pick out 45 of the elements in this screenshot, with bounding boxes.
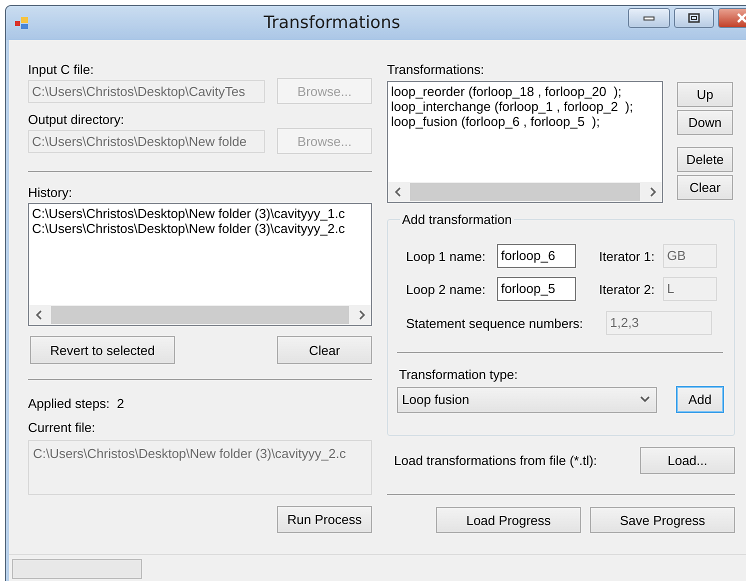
minimize-icon: [643, 15, 655, 21]
list-item[interactable]: C:\Users\Christos\Desktop\New folder (3)\cavityyy_1.c: [32, 206, 368, 221]
clear-button[interactable]: Clear: [677, 175, 733, 200]
status-text: Applied steps: 2: [28, 396, 126, 411]
chevron-down-icon: [640, 396, 650, 403]
field-label: Statement sequence numbers:: [406, 316, 584, 330]
list-box[interactable]: C:\Users\Christos\Desktop\New folder (3)\cavityyy_1.c C:\Users\Christos\Desktop\New folder (3)\cavityyy_2.c: [28, 203, 372, 326]
up-button[interactable]: Up: [677, 82, 733, 107]
down-button[interactable]: Down: [677, 110, 733, 135]
field-label: Transformations:: [387, 62, 486, 77]
list-box[interactable]: loop_reorder (forloop_18 , forloop_20 ); loop_interchange (forloop_1 , forloop_2 ); loop_fusion (forloop_6 , forloop_5 );: [387, 81, 663, 203]
field-label: Transformation type:: [399, 367, 519, 382]
text-field[interactable]: forloop_5: [497, 277, 576, 301]
maximize-icon: [688, 13, 700, 23]
field-label: Loop 1 name:: [406, 248, 487, 264]
run-process-button[interactable]: Run Process: [277, 506, 372, 533]
clear-button[interactable]: Clear: [277, 336, 372, 364]
scrollbar-thumb[interactable]: [51, 306, 349, 324]
window-title: Transformations: [262, 13, 402, 33]
field-label: Load transformations from file (*.tl):: [394, 453, 598, 468]
add-button[interactable]: Add: [676, 386, 724, 413]
field-label: Current file:: [28, 420, 96, 435]
field-label: Iterator 1:: [599, 248, 656, 264]
list-item[interactable]: C:\Users\Christos\Desktop\New folder (3)\cavityyy_2.c: [32, 221, 368, 236]
scrollbar-thumb[interactable]: [410, 183, 640, 201]
list-item[interactable]: loop_interchange (forloop_1 , forloop_2 );: [391, 99, 659, 114]
save-progress-button[interactable]: Save Progress: [590, 507, 735, 533]
transformation-type-dropdown[interactable]: Loop fusion: [397, 386, 657, 412]
group-title: Add transformation: [401, 212, 513, 227]
maximize-button[interactable]: [674, 8, 714, 28]
field-label: Iterator 2:: [599, 282, 656, 296]
text-field[interactable]: forloop_6: [497, 244, 576, 268]
field-label: History:: [28, 185, 74, 200]
load-button[interactable]: Load...: [640, 447, 735, 474]
field-label: Output directory:: [28, 112, 126, 127]
close-icon: [736, 13, 746, 23]
field-label: Input C file:: [28, 62, 95, 77]
list-item[interactable]: loop_fusion (forloop_6 , forloop_5 );: [391, 114, 659, 129]
revert-button[interactable]: Revert to selected: [30, 336, 175, 364]
list-item[interactable]: loop_reorder (forloop_18 , forloop_20 );: [391, 84, 659, 99]
delete-button[interactable]: Delete: [677, 147, 733, 172]
field-label: Loop 2 name:: [406, 282, 487, 296]
minimize-button[interactable]: [628, 8, 670, 28]
load-progress-button[interactable]: Load Progress: [436, 507, 581, 533]
app-icon: [14, 15, 30, 31]
